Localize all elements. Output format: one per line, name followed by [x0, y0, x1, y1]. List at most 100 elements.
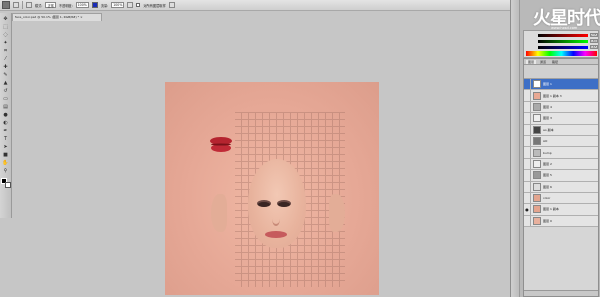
layer-row[interactable]: 图层 2 — [524, 158, 598, 171]
ignore-adjustment-icon[interactable] — [168, 2, 175, 8]
layer-thumbnail — [533, 148, 541, 157]
brush-tool-icon[interactable]: ✎ — [2, 72, 9, 78]
layer-visibility-eye-icon[interactable] — [524, 90, 531, 101]
document-tab[interactable]: face_color.psd @ 50.1% (图层 1, RGB/8#) * … — [12, 13, 102, 21]
crop-tool-icon[interactable]: ⌗ — [2, 48, 9, 54]
blue-value[interactable]: 165 — [590, 45, 598, 49]
move-tool-icon[interactable]: ✥ — [2, 16, 9, 22]
layer-visibility-eye-icon[interactable] — [524, 113, 531, 124]
layer-name: 图层 3 — [543, 116, 552, 121]
layers-panel-footer — [524, 290, 598, 296]
blue-slider[interactable] — [538, 46, 588, 49]
layer-visibility-eye-icon[interactable] — [524, 124, 531, 135]
eyedropper-tool-icon[interactable]: ⁄ — [2, 56, 9, 62]
layer-visibility-eye-icon[interactable] — [524, 147, 531, 158]
blur-tool-icon[interactable]: ● — [2, 112, 9, 118]
magic-wand-tool-icon[interactable]: ✦ — [2, 40, 9, 46]
layer-visibility-eye-icon[interactable] — [524, 192, 531, 204]
layer-thumbnail — [533, 125, 541, 134]
sample-all-layers-checkbox[interactable] — [136, 3, 141, 7]
layer-row[interactable]: ao 副本 — [524, 124, 598, 136]
toggle-brush-panel-button[interactable] — [26, 2, 32, 8]
layer-thumbnail — [533, 102, 541, 111]
layer-name: 图层 0 — [543, 218, 552, 223]
layer-name: ao 副本 — [543, 127, 554, 132]
layer-row[interactable]: 图层 4 — [524, 101, 598, 114]
color-panel: 235 180 165 — [523, 30, 599, 58]
layers-panel: 图层 通道 路径 图层 1 图层 1 副本 3 图层 4 图层 3 ao 副本 AO bum… — [523, 58, 599, 297]
background-color-swatch[interactable] — [4, 182, 11, 188]
layer-visibility-eye-icon[interactable] — [524, 181, 531, 192]
hand-tool-icon[interactable]: ✋ — [2, 160, 9, 166]
layer-blend-options[interactable] — [524, 65, 598, 79]
layer-visibility-eye-icon[interactable] — [524, 170, 531, 181]
type-tool-icon[interactable]: T — [2, 136, 9, 142]
layer-row[interactable]: 图层 6 — [524, 181, 598, 193]
dodge-tool-icon[interactable]: ◐ — [2, 120, 9, 126]
layer-thumbnail — [533, 137, 541, 146]
layer-row[interactable]: color — [524, 192, 598, 205]
opacity-input[interactable]: 100% — [75, 2, 89, 8]
path-select-tool-icon[interactable]: ➤ — [2, 144, 9, 150]
airbrush-icon[interactable] — [127, 2, 134, 8]
color-spectrum-bar[interactable] — [526, 51, 597, 56]
right-panel-dock: 火星时代 www.hxsd.com 235 180 165 图层 通道 路径 图… — [510, 0, 600, 297]
shape-tool-icon[interactable]: ■ — [2, 152, 9, 158]
layer-name: AO — [543, 139, 548, 144]
green-slider[interactable] — [538, 40, 588, 43]
layer-row[interactable]: 图层 3 — [524, 113, 598, 125]
layer-row[interactable]: 图层 5 — [524, 170, 598, 182]
layer-row[interactable]: 图层 1 — [524, 79, 598, 91]
clone-stamp-tool-icon[interactable]: ▲ — [2, 80, 9, 86]
lasso-tool-icon[interactable]: ◌ — [2, 32, 9, 38]
flow-input[interactable]: 100% — [111, 2, 125, 8]
layer-row[interactable]: 图层 1 副本 3 — [524, 90, 598, 102]
color-swatches[interactable] — [0, 178, 11, 188]
pen-tool-icon[interactable]: ✒ — [2, 128, 9, 134]
layer-thumbnail — [533, 91, 541, 100]
marquee-tool-icon[interactable]: ⬚ — [2, 24, 9, 30]
layer-list: 图层 1 图层 1 副本 3 图层 4 图层 3 ao 副本 AO bump 图层 2 图层 5… — [524, 79, 598, 228]
zoom-tool-icon[interactable]: ⚲ — [2, 168, 9, 174]
layer-name: 图层 1 — [543, 82, 552, 87]
layer-row[interactable]: bump — [524, 147, 598, 159]
canvas-area[interactable] — [13, 22, 508, 297]
layer-row[interactable]: 图层 0 — [524, 215, 598, 228]
layer-visibility-eye-icon[interactable] — [524, 79, 531, 90]
layer-thumbnail — [533, 194, 541, 203]
layer-visibility-eye-icon[interactable] — [524, 135, 531, 147]
red-slider[interactable] — [538, 34, 588, 37]
green-value[interactable]: 180 — [590, 39, 598, 43]
eraser-tool-icon[interactable]: ▭ — [2, 96, 9, 102]
tab-paths[interactable]: 路径 — [550, 60, 560, 64]
layer-visibility-eye-icon[interactable] — [524, 215, 531, 227]
collapsed-panel-strip[interactable] — [511, 0, 520, 297]
history-brush-tool-icon[interactable]: ↺ — [2, 88, 9, 94]
lip-texture-patch — [210, 137, 232, 152]
layer-visibility-eye-icon[interactable]: ● — [524, 204, 531, 215]
layer-thumbnail — [533, 205, 541, 214]
layer-name: 图层 2 — [543, 161, 552, 166]
layer-visibility-eye-icon[interactable] — [524, 158, 531, 170]
layer-row[interactable]: AO — [524, 135, 598, 148]
tab-layers[interactable]: 图层 — [526, 59, 537, 64]
red-value[interactable]: 235 — [590, 33, 598, 37]
tab-channels[interactable]: 通道 — [538, 60, 548, 64]
layer-thumbnail — [533, 182, 541, 191]
right-ear-texture — [329, 194, 345, 232]
clone-stamp-tool-icon[interactable] — [2, 1, 10, 9]
mode-select[interactable]: 正常 — [45, 2, 56, 8]
layer-thumbnail — [533, 159, 541, 168]
airbrush-toggle-icon[interactable] — [91, 2, 98, 8]
toolbox: ✥ ⬚ ◌ ✦ ⌗ ⁄ ✚ ✎ ▲ ↺ ▭ ▤ ● ◐ ✒ T ➤ ■ ✋ ⚲ — [0, 13, 12, 218]
flow-label: 流量: — [100, 3, 109, 8]
left-eye — [258, 202, 270, 207]
layer-thumbnail — [533, 216, 541, 225]
layer-row[interactable]: ● 图层 1 副本 — [524, 204, 598, 216]
healing-tool-icon[interactable]: ✚ — [2, 64, 9, 70]
document-canvas[interactable] — [165, 82, 379, 295]
layer-thumbnail — [533, 171, 541, 180]
brush-preset-picker[interactable] — [13, 2, 19, 8]
layer-visibility-eye-icon[interactable] — [524, 101, 531, 113]
gradient-tool-icon[interactable]: ▤ — [2, 104, 9, 110]
